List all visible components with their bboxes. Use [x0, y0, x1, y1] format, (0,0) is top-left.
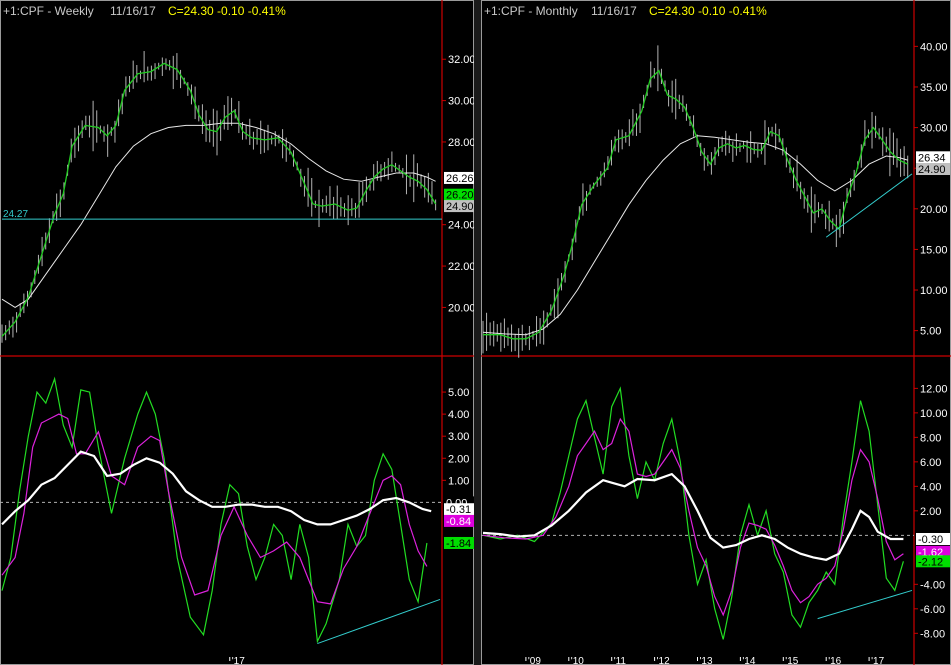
monthly-price-tick-label: 30.00 — [920, 123, 948, 135]
monthly-x-tick-label: '16 — [828, 656, 841, 665]
monthly-price-tick-label: 40.00 — [920, 41, 948, 53]
monthly-osc-tick-label: -6.00 — [920, 604, 945, 616]
weekly-osc-tick-label: 3.00 — [448, 431, 469, 443]
monthly-osc-tick-label: 12.00 — [920, 383, 948, 395]
monthly-price-tick-label: 15.00 — [920, 244, 948, 256]
monthly-x-tick-label: '13 — [700, 656, 713, 665]
monthly-price-value-label: 26.34 — [918, 152, 946, 164]
monthly-x-tick-label: '15 — [785, 656, 798, 665]
weekly-price-tick-label: 32.00 — [448, 54, 476, 66]
weekly-price-tick-label: 24.00 — [448, 220, 476, 232]
monthly-osc-value-label: -0.30 — [918, 534, 943, 546]
monthly-osc-value-label: -2.12 — [918, 556, 943, 568]
monthly-price-value-label: 24.90 — [918, 164, 946, 176]
weekly-price-tick-label: 30.00 — [448, 96, 476, 108]
weekly-osc-value-label: -1.84 — [446, 538, 471, 550]
weekly-osc-tick-label: 2.00 — [448, 453, 469, 465]
monthly-price-tick-label: 5.00 — [920, 326, 941, 338]
weekly-date: 11/16/17 — [110, 4, 156, 18]
weekly-quote: C=24.30 -0.10 -0.41% — [168, 4, 286, 18]
monthly-quote: C=24.30 -0.10 -0.41% — [649, 4, 767, 18]
monthly-x-tick-label: '17 — [871, 656, 884, 665]
monthly-osc-tick-label: -8.00 — [920, 628, 945, 640]
monthly-osc-tick-label: 2.00 — [920, 506, 941, 518]
monthly-x-tick-label: '12 — [657, 656, 670, 665]
chart-root: +1:CPF - Weekly 11/16/17 C=24.30 -0.10 -0.… — [0, 0, 951, 665]
monthly-price-tick-label: 35.00 — [920, 82, 948, 94]
monthly-osc-tick-label: 8.00 — [920, 432, 941, 444]
weekly-level-label: 24.27 — [3, 209, 28, 220]
weekly-osc-value-label: -0.31 — [446, 504, 471, 516]
weekly-osc-tick-label: 4.00 — [448, 409, 469, 421]
weekly-price-value-label: 26.20 — [446, 190, 474, 202]
monthly-symbol: +1:CPF - Monthly — [484, 4, 578, 18]
weekly-price-tick-label: 20.00 — [448, 302, 476, 314]
weekly-price-value-label: 24.90 — [446, 201, 474, 213]
window-separator — [474, 0, 481, 665]
weekly-osc-tick-label: 5.00 — [448, 387, 469, 399]
monthly-osc-tick-label: 6.00 — [920, 457, 941, 469]
monthly-osc-tick-label: 4.00 — [920, 481, 941, 493]
monthly-x-tick-label: '14 — [742, 656, 755, 665]
monthly-x-tick-label: '09 — [528, 656, 541, 665]
monthly-osc-tick-label: 10.00 — [920, 408, 948, 420]
weekly-price-value-label: 26.26 — [446, 173, 474, 185]
monthly-x-tick-label: '10 — [571, 656, 584, 665]
weekly-symbol: +1:CPF - Weekly — [3, 4, 94, 18]
weekly-osc-value-label: -0.84 — [446, 516, 471, 528]
weekly-x-tick-label: '17 — [232, 656, 245, 665]
weekly-price-tick-label: 28.00 — [448, 137, 476, 149]
monthly-price-tick-label: 20.00 — [920, 204, 948, 216]
monthly-date: 11/16/17 — [591, 4, 637, 18]
monthly-price-tick-label: 10.00 — [920, 285, 948, 297]
monthly-x-tick-label: '11 — [614, 656, 627, 665]
monthly-osc-tick-label: -4.00 — [920, 579, 945, 591]
weekly-price-tick-label: 22.00 — [448, 261, 476, 273]
weekly-osc-tick-label: 1.00 — [448, 475, 469, 487]
